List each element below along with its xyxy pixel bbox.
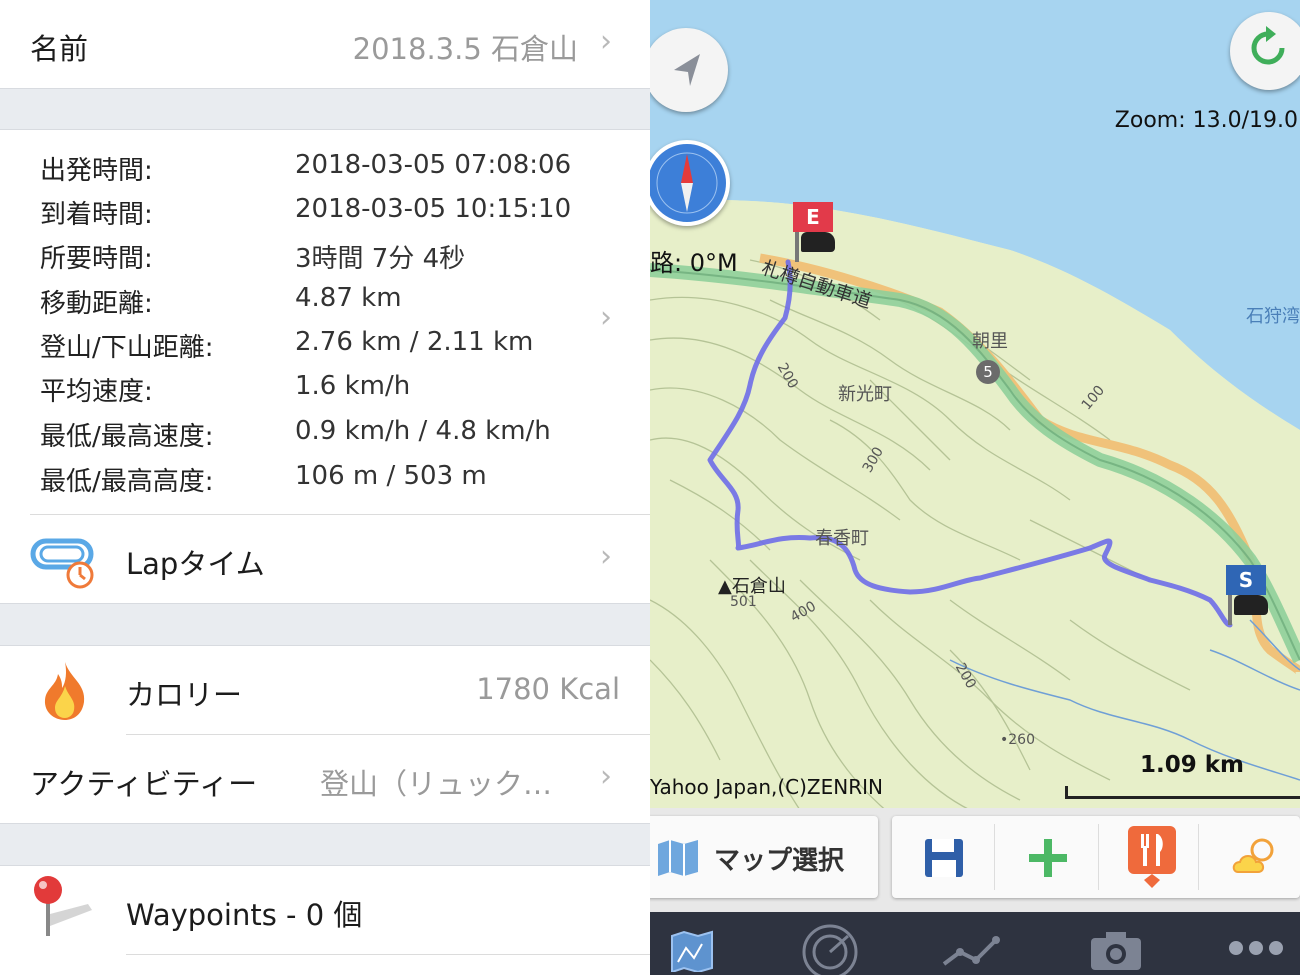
end-marker-label: E — [793, 202, 833, 232]
save-icon — [925, 839, 963, 877]
town-label-haruka: 春香町 — [815, 528, 869, 549]
stat-value: 4.87 km — [295, 283, 402, 313]
section-separator — [0, 88, 650, 130]
town-label-shinko: 新光町 — [838, 384, 892, 405]
start-marker-label: S — [1226, 565, 1266, 595]
weather-icon — [1232, 838, 1274, 873]
stats-row[interactable]: 出発時間: 2018-03-05 07:08:06 到着時間: 2018-03-… — [0, 130, 650, 514]
refresh-icon — [1251, 26, 1285, 65]
navigation-arrow-icon — [674, 54, 700, 86]
stat-key: 登山/下山距離: — [40, 333, 214, 363]
toolbar-actions — [892, 816, 1300, 898]
chevron-right-icon: › — [600, 759, 612, 794]
activity-label: アクティビティー — [30, 767, 258, 801]
lap-icon — [30, 535, 96, 595]
stat-value: 0.9 km/h / 4.8 km/h — [295, 416, 551, 446]
stat-key: 平均速度: — [40, 377, 153, 407]
waypoints-row[interactable]: Waypoints - 0 個 — [0, 866, 650, 954]
end-flag[interactable]: E — [793, 202, 835, 262]
scale-bar — [1065, 786, 1300, 799]
divider — [1098, 824, 1099, 890]
start-flag[interactable]: S — [1226, 565, 1268, 625]
graph-icon — [942, 936, 1000, 966]
stat-key: 移動距離: — [40, 289, 153, 319]
spot-elevation: •260 — [1000, 732, 1035, 748]
divider — [994, 824, 995, 890]
stat-value: 3時間 7分 4秒 — [295, 244, 466, 274]
peak-elevation: 501 — [730, 594, 757, 610]
stat-key: 到着時間: — [40, 200, 153, 230]
flame-icon — [40, 660, 90, 726]
divider — [1198, 824, 1199, 890]
map-select-button[interactable]: マップ選択 — [650, 816, 878, 898]
name-row[interactable]: 名前 2018.3.5 石倉山 › — [0, 0, 650, 88]
camera-icon — [1091, 932, 1141, 970]
calorie-label: カロリー — [126, 678, 243, 712]
restaurant-pin-icon — [1128, 826, 1176, 888]
map-icon — [658, 840, 698, 876]
map-select-label: マップ選択 — [714, 846, 845, 876]
compass-icon — [656, 152, 718, 214]
zoom-readout: Zoom: 13.0/19.0 — [1114, 108, 1298, 133]
section-separator — [0, 823, 650, 866]
compass-button[interactable] — [650, 140, 730, 226]
route-distance-readout: 路: 0°M — [650, 249, 738, 277]
scale-label: 1.09 km — [1140, 752, 1245, 778]
stat-key: 最低/最高高度: — [40, 467, 214, 497]
name-value: 2018.3.5 石倉山 — [352, 32, 578, 66]
refresh-button[interactable] — [1230, 12, 1300, 90]
map-tab-icon — [671, 930, 713, 972]
chevron-right-icon: › — [600, 300, 612, 335]
stat-value: 2.76 km / 2.11 km — [295, 327, 534, 357]
route-number-badge: 5 — [976, 360, 1000, 384]
lap-row[interactable]: Lapタイム › — [0, 515, 650, 603]
plus-icon — [1029, 839, 1067, 877]
waypoints-label: Waypoints - 0 個 — [126, 898, 363, 932]
stat-value: 2018-03-05 10:15:10 — [295, 194, 572, 224]
track-detail-panel: 名前 2018.3.5 石倉山 › 出発時間: 2018-03-05 07:08… — [0, 0, 650, 975]
pin-icon — [28, 874, 98, 950]
lap-label: Lapタイム — [126, 547, 265, 581]
activity-row[interactable]: アクティビティー 登山（リュック… › — [0, 735, 650, 823]
map-credit: Yahoo Japan,(C)ZENRIN — [650, 775, 883, 799]
town-label-asari: 朝里 — [972, 331, 1008, 352]
more-icon — [1229, 941, 1283, 955]
chevron-right-icon: › — [600, 539, 612, 574]
map-view[interactable]: 札樽自動車道 朝里 新光町 春香町 ▲石倉山 501 石狩湾 5 200 300… — [650, 0, 1300, 975]
divider — [126, 954, 650, 955]
name-label: 名前 — [30, 32, 89, 66]
stat-key: 最低/最高速度: — [40, 422, 214, 452]
radar-icon — [802, 924, 858, 975]
map-toolbar: マップ選択 — [650, 808, 1300, 912]
bay-label: 石狩湾 — [1246, 306, 1300, 327]
chevron-right-icon: › — [600, 24, 612, 59]
stat-value: 2018-03-05 07:08:06 — [295, 150, 572, 180]
stat-value: 1.6 km/h — [295, 371, 411, 401]
stat-value: 106 m / 503 m — [295, 461, 487, 491]
section-separator — [0, 603, 650, 646]
stat-key: 出発時間: — [40, 156, 153, 186]
location-button[interactable] — [650, 28, 728, 112]
bottom-tab-bar — [650, 912, 1300, 975]
stat-key: 所要時間: — [40, 244, 153, 274]
calorie-row: カロリー 1780 Kcal — [0, 646, 650, 734]
activity-value: 登山（リュック… — [320, 767, 553, 801]
calorie-value: 1780 Kcal — [476, 672, 620, 706]
